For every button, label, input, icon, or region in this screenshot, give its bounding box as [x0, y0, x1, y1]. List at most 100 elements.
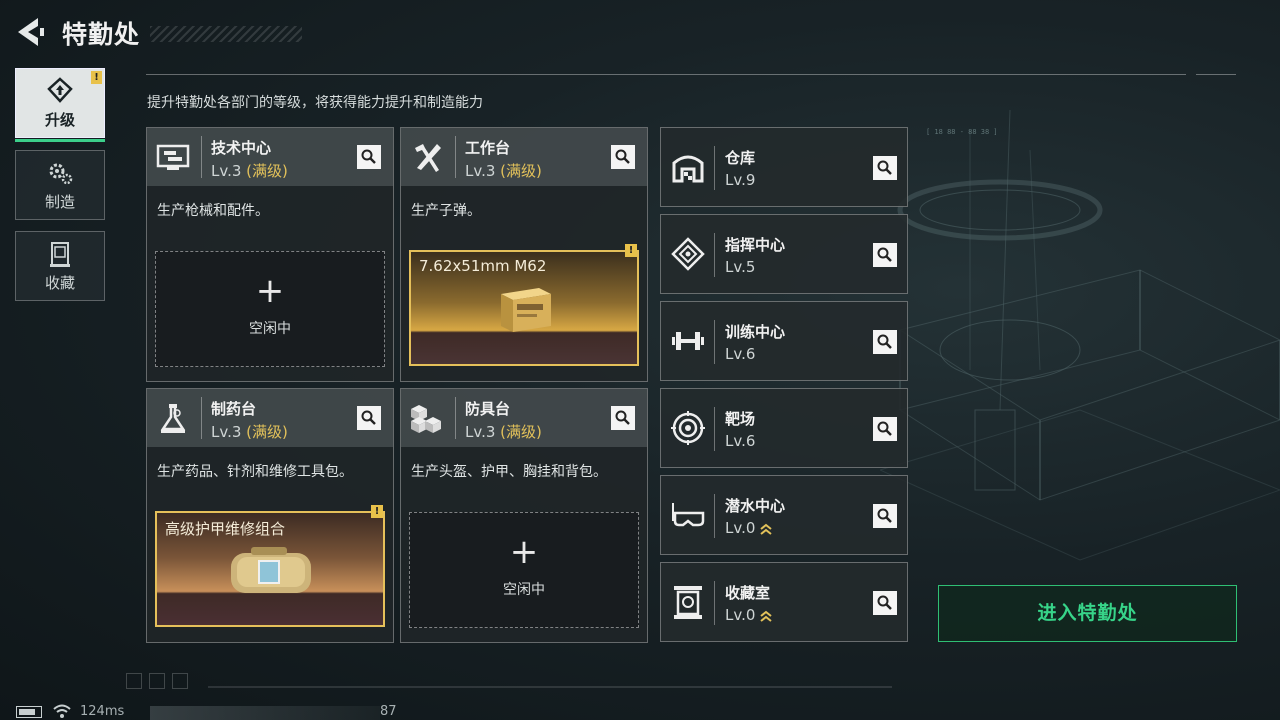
production-slot-active[interactable]: 高级护甲维修组合 [155, 511, 385, 627]
magnifier-icon [615, 410, 630, 425]
pharmacy-icon [160, 404, 186, 433]
add-icon: + [255, 271, 285, 311]
production-slot-empty[interactable]: + 空闲中 [155, 251, 385, 367]
inspect-button[interactable] [873, 417, 897, 441]
magnifier-icon [615, 149, 630, 164]
facility-card-armor-bench: 防具台 Lv.3 (满级) 生产头盔、护甲、胸挂和背包。 + 空闲中 [400, 388, 648, 643]
facility-level: Lv.3 (满级) [465, 162, 542, 180]
collection-room-icon [674, 586, 702, 619]
magnifier-icon [361, 410, 376, 425]
slot-idle-label: 空闲中 [249, 321, 291, 337]
facility-description: 生产子弹。 [411, 203, 481, 219]
max-level-tag: (满级) [500, 162, 542, 180]
inspect-button[interactable] [873, 591, 897, 615]
page-subtitle: 提升特勤处各部门的等级，将获得能力提升和制造能力 [147, 95, 483, 111]
magnifier-icon [361, 149, 376, 164]
facility-level: Lv.0 [725, 606, 773, 624]
sidebar-tab-label: 收藏 [44, 273, 75, 292]
collection-icon [50, 241, 70, 267]
sidebar-tab-label: 升级 [44, 110, 75, 129]
inspect-button[interactable] [873, 330, 897, 354]
gears-icon [49, 163, 73, 184]
inspect-button[interactable] [357, 406, 381, 430]
facility-card-collection-room[interactable]: 收藏室 Lv.0 [660, 562, 908, 642]
facility-description: 生产枪械和配件。 [157, 203, 269, 219]
facility-name: 仓库 [725, 149, 756, 167]
magnifier-icon [877, 334, 892, 349]
alert-badge: ! [625, 244, 637, 257]
facility-card-target-range[interactable]: 靶场 Lv.6 [660, 388, 908, 468]
divider [208, 686, 892, 688]
facility-card-diving-center[interactable]: 潜水中心 Lv.0 [660, 475, 908, 555]
production-slot-empty[interactable]: + 空闲中 [409, 512, 639, 628]
page-title: 特勤处 [62, 20, 141, 49]
slot-idle-label: 空闲中 [503, 582, 545, 598]
facility-name: 靶场 [725, 410, 756, 428]
facility-card-training-center[interactable]: 训练中心 Lv.6 [660, 301, 908, 381]
card-header: 防具台 Lv.3 (满级) [401, 389, 647, 447]
inspect-button[interactable] [873, 243, 897, 267]
card-header: 工作台 Lv.3 (满级) [401, 128, 647, 186]
training-center-icon [672, 332, 704, 350]
workbench-icon [415, 144, 441, 172]
sidebar-tab-collection[interactable]: 收藏 [15, 231, 105, 301]
svg-text:[ 18 88 - 88 38 ]: [ 18 88 - 88 38 ] [926, 128, 996, 136]
wifi-icon [53, 704, 71, 718]
upgradable-chevron-icon [760, 610, 773, 622]
facility-name: 工作台 [465, 139, 511, 157]
battery-icon [16, 706, 42, 718]
alert-badge: ! [371, 505, 383, 518]
decoration [172, 673, 188, 689]
status-bar-background [150, 706, 380, 720]
facility-name: 技术中心 [211, 139, 272, 157]
add-icon: + [509, 532, 539, 572]
target-range-icon [671, 411, 705, 445]
card-header: 制药台 Lv.3 (满级) [147, 389, 393, 447]
diving-center-icon [672, 503, 705, 527]
magnifier-icon [877, 421, 892, 436]
facility-level: Lv.9 [725, 171, 756, 189]
title-decoration [150, 26, 302, 42]
sidebar-tab-upgrade[interactable]: 升级 ! [15, 68, 105, 142]
magnifier-icon [877, 160, 892, 175]
facility-level: Lv.6 [725, 432, 756, 450]
armor-bench-icon [411, 405, 441, 433]
sidebar-tab-label: 制造 [44, 192, 75, 211]
facility-card-workbench: 工作台 Lv.3 (满级) 生产子弹。 7.62x51mm M62 ! [400, 127, 648, 382]
facility-level: Lv.3 (满级) [211, 423, 288, 441]
item-name: 高级护甲维修组合 [165, 520, 286, 538]
ammo-box-icon [501, 288, 551, 332]
divider [146, 74, 1186, 75]
inspect-button[interactable] [611, 145, 635, 169]
alert-badge: ! [91, 71, 102, 84]
facility-description: 生产头盔、护甲、胸挂和背包。 [411, 464, 607, 480]
production-slot-active[interactable]: 7.62x51mm M62 [409, 250, 639, 366]
inspect-button[interactable] [611, 406, 635, 430]
facility-level: Lv.3 (满级) [211, 162, 288, 180]
decoration [126, 673, 142, 689]
facility-level: Lv.6 [725, 345, 756, 363]
facility-card-tech-center: 技术中心 Lv.3 (满级) 生产枪械和配件。 + 空闲中 [146, 127, 394, 382]
inspect-button[interactable] [873, 504, 897, 528]
enter-special-ops-button[interactable]: 进入特勤处 [938, 585, 1237, 642]
facility-name: 训练中心 [725, 323, 786, 341]
inspect-button[interactable] [357, 145, 381, 169]
decoration [149, 673, 165, 689]
facility-level: Lv.3 (满级) [465, 423, 542, 441]
facility-card-warehouse[interactable]: 仓库 Lv.9 [660, 127, 908, 207]
facility-card-command-center[interactable]: 指挥中心 Lv.5 [660, 214, 908, 294]
sidebar-tab-craft[interactable]: 制造 [15, 150, 105, 220]
divider [1196, 74, 1236, 75]
facility-name: 指挥中心 [725, 236, 786, 254]
inspect-button[interactable] [873, 156, 897, 180]
item-name: 7.62x51mm M62 [419, 257, 547, 275]
card-header: 技术中心 Lv.3 (满级) [147, 128, 393, 186]
facility-name: 潜水中心 [725, 497, 786, 515]
magnifier-icon [877, 595, 892, 610]
facility-level: Lv.5 [725, 258, 756, 276]
facility-name: 防具台 [465, 400, 511, 418]
back-arrow-icon[interactable] [14, 16, 44, 48]
warehouse-icon [672, 155, 704, 183]
hud-readout: [ 18 88 - 88 38 ] [926, 128, 996, 136]
facility-card-pharmacy: 制药台 Lv.3 (满级) 生产药品、针剂和维修工具包。 高级护甲维修组合 ! [146, 388, 394, 643]
